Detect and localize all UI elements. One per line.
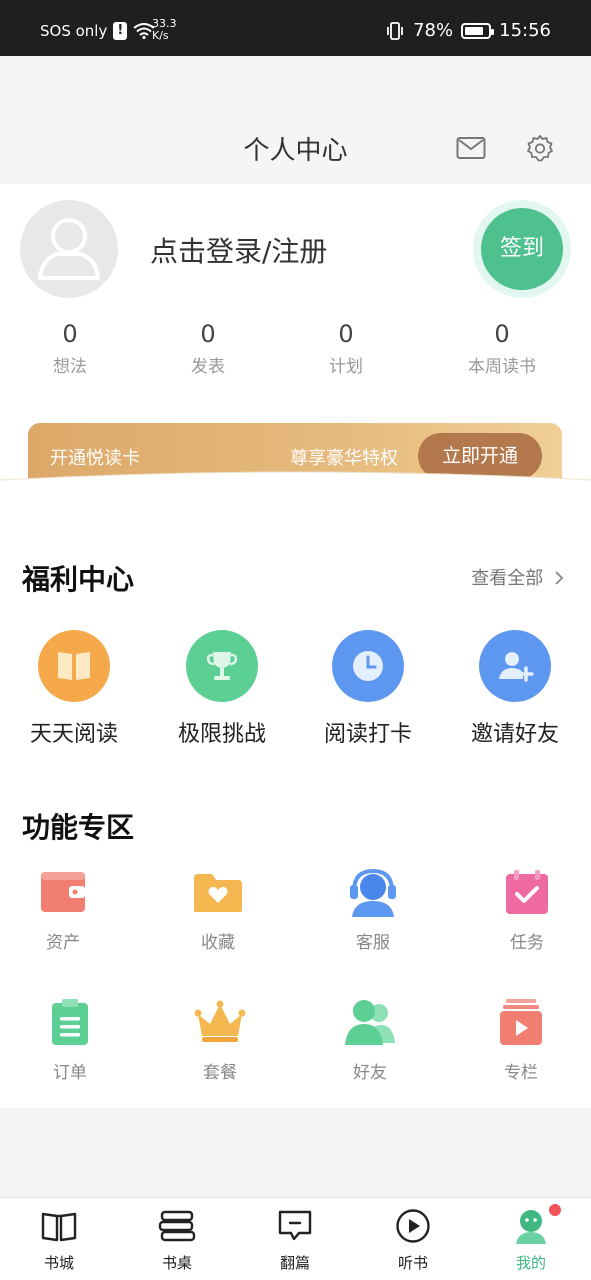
- feature-label: 订单: [53, 1063, 87, 1083]
- welfare-title: 福利中心: [22, 563, 135, 596]
- chat-icon: [275, 1208, 315, 1244]
- stat-label: 计划: [329, 357, 363, 377]
- clock-icon: [332, 630, 404, 702]
- page-title: 个人中心: [243, 136, 348, 166]
- tab-desk[interactable]: 书桌: [132, 1208, 222, 1273]
- alert-icon: !: [113, 22, 128, 40]
- crown-icon: [192, 994, 248, 1050]
- login-register-link[interactable]: 点击登录/注册: [150, 230, 327, 270]
- feature-label: 客服: [356, 933, 390, 953]
- feature-label: 套餐: [203, 1063, 237, 1083]
- feature-column[interactable]: 专栏: [461, 994, 581, 1083]
- welfare-label: 天天阅读: [29, 722, 118, 747]
- open-book-icon: [39, 1208, 79, 1244]
- user-placeholder-icon: [38, 218, 100, 280]
- features-section: 功能专区 资产 收藏 客服 任务 订单 套餐 好友 专栏: [0, 764, 591, 1108]
- tab-label: 书城: [43, 1254, 74, 1272]
- tab-label: 书桌: [161, 1254, 192, 1272]
- profile-section: 点击登录/注册 签到 0 想法 0 发表 0 计划 0 本周读书 开通悦读卡 尊…: [0, 184, 591, 506]
- folder-heart-icon: [190, 864, 246, 920]
- tab-bookstore[interactable]: 书城: [14, 1208, 104, 1273]
- tab-audiobook[interactable]: 听书: [368, 1208, 458, 1273]
- feature-orders[interactable]: 订单: [10, 994, 130, 1083]
- welfare-daily-reading[interactable]: 天天阅读: [4, 630, 144, 748]
- stat-label: 想法: [53, 357, 87, 377]
- profile-icon: [511, 1204, 561, 1244]
- feature-packages[interactable]: 套餐: [160, 994, 280, 1083]
- welfare-invite-friends[interactable]: 邀请好友: [445, 630, 585, 748]
- support-icon: [345, 864, 401, 920]
- tab-label: 我的: [515, 1254, 546, 1272]
- gear-icon[interactable]: [526, 134, 554, 162]
- clipboard-icon: [42, 994, 98, 1050]
- features-title: 功能专区: [22, 811, 135, 844]
- welfare-reading-checkin[interactable]: 阅读打卡: [298, 630, 438, 748]
- tab-label: 翻篇: [279, 1254, 310, 1272]
- stat-label: 本周读书: [468, 357, 536, 377]
- feature-label: 资产: [46, 933, 80, 953]
- battery-icon: [461, 22, 495, 39]
- stat-value: 0: [200, 320, 216, 348]
- page-header: 个人中心: [0, 56, 591, 184]
- add-user-icon: [479, 630, 551, 702]
- net-speed-unit: K/s: [152, 29, 169, 42]
- status-right: 78% 15:56: [385, 20, 551, 41]
- bottom-tab-bar: 书城 书桌 翻篇 听书 我的: [0, 1197, 591, 1280]
- tab-label: 听书: [397, 1254, 428, 1272]
- avatar[interactable]: [20, 200, 118, 298]
- welfare-label: 邀请好友: [470, 722, 559, 747]
- welfare-label: 阅读打卡: [323, 722, 412, 747]
- banner-curve: [0, 471, 591, 506]
- stat-value: 0: [338, 320, 354, 348]
- feature-customer-service[interactable]: 客服: [313, 864, 433, 953]
- status-left: SOS only !: [40, 22, 155, 40]
- feature-favorites[interactable]: 收藏: [158, 864, 278, 953]
- stat-ideas[interactable]: 0 想法: [10, 320, 130, 377]
- calendar-check-icon: [499, 864, 555, 920]
- feature-label: 任务: [510, 933, 544, 953]
- feature-label: 收藏: [201, 933, 235, 953]
- feature-label: 专栏: [504, 1063, 538, 1083]
- wallet-icon: [35, 864, 91, 920]
- stat-plans[interactable]: 0 计划: [286, 320, 406, 377]
- feature-friends[interactable]: 好友: [310, 994, 430, 1083]
- see-all-label: 查看全部: [471, 568, 544, 589]
- welfare-challenge[interactable]: 极限挑战: [152, 630, 292, 748]
- vibrate-icon: [387, 21, 404, 40]
- notification-dot: [549, 1204, 561, 1216]
- stat-posts[interactable]: 0 发表: [148, 320, 268, 377]
- stats-row: 0 想法 0 发表 0 计划 0 本周读书: [0, 320, 591, 380]
- tab-mine[interactable]: 我的: [486, 1204, 576, 1273]
- stat-weekly-reading[interactable]: 0 本周读书: [442, 320, 562, 377]
- battery-percent: 78%: [413, 20, 454, 41]
- feature-tasks[interactable]: 任务: [467, 864, 587, 953]
- welfare-label: 极限挑战: [177, 722, 266, 747]
- clock-time: 15:56: [499, 20, 551, 41]
- tab-flip[interactable]: 翻篇: [250, 1208, 340, 1273]
- book-stack-icon: [157, 1208, 197, 1244]
- book-icon: [38, 630, 110, 702]
- friends-icon: [342, 994, 398, 1050]
- see-all-link[interactable]: 查看全部: [471, 564, 565, 590]
- mail-icon[interactable]: [456, 136, 486, 160]
- chevron-right-icon: [555, 571, 564, 585]
- video-column-icon: [493, 994, 549, 1050]
- status-bar: SOS only ! 33.3 K/s 78% 15:56: [0, 0, 591, 56]
- play-icon: [393, 1208, 433, 1244]
- checkin-button[interactable]: 签到: [481, 208, 563, 290]
- stat-value: 0: [494, 320, 510, 348]
- net-speed: 33.3 K/s: [152, 18, 177, 42]
- stat-value: 0: [62, 320, 78, 348]
- feature-label: 好友: [353, 1063, 387, 1083]
- carrier-text: SOS only: [40, 22, 108, 40]
- welfare-section: 福利中心 查看全部 天天阅读 极限挑战 阅读打卡 邀请好友: [0, 504, 591, 764]
- trophy-icon: [186, 630, 258, 702]
- stat-label: 发表: [191, 357, 225, 377]
- feature-assets[interactable]: 资产: [3, 864, 123, 953]
